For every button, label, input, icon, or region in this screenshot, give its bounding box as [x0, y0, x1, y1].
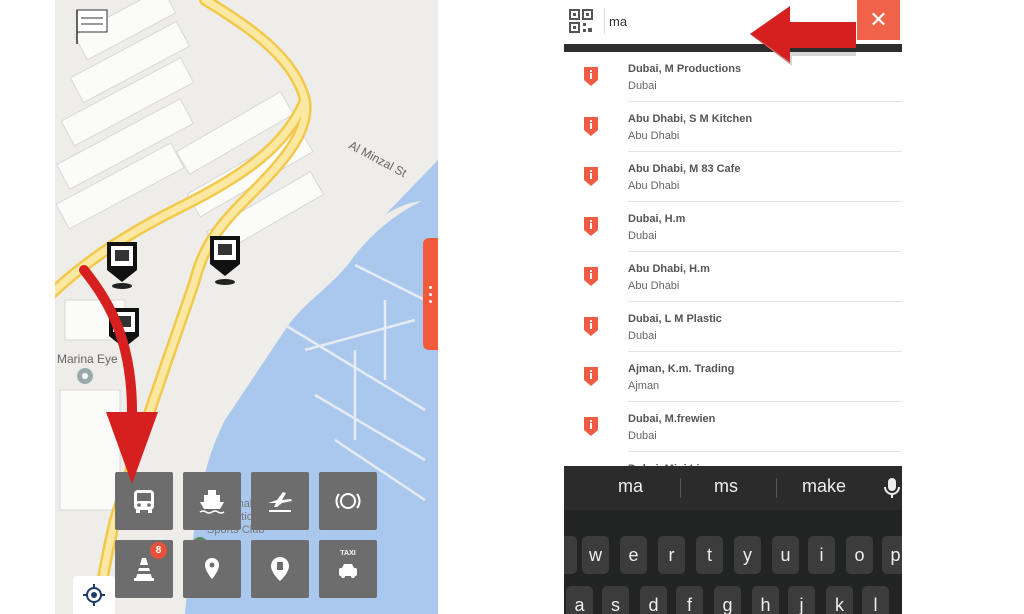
key[interactable]: p [882, 536, 902, 574]
result-title: Abu Dhabi, H.m [628, 263, 710, 275]
search-results-list: Dubai, M Productions Dubai Abu Dhabi, S … [564, 52, 902, 502]
fuel-pin-icon [271, 557, 289, 581]
place-pin-button[interactable] [183, 540, 241, 598]
key[interactable]: d [640, 586, 667, 614]
search-result-item[interactable]: Dubai, H.m Dubai [564, 202, 902, 252]
result-title: Dubai, M Productions [628, 63, 742, 75]
keyboard-suggestion-bar: ma ms make [564, 466, 902, 510]
search-screen: ✕ Dubai, M Productions Dubai Abu Dhabi, … [564, 0, 902, 614]
key[interactable] [564, 536, 577, 574]
search-result-item[interactable]: Abu Dhabi, S M Kitchen Abu Dhabi [564, 102, 902, 152]
road-works-button[interactable]: 8 [115, 540, 173, 598]
key[interactable]: j [788, 586, 815, 614]
result-subtitle: Abu Dhabi [628, 180, 680, 192]
key[interactable]: l [862, 586, 889, 614]
key[interactable]: i [808, 536, 835, 574]
crosshair-icon [83, 584, 105, 606]
key[interactable]: f [676, 586, 703, 614]
road-works-count-badge: 8 [150, 542, 167, 559]
side-drawer-handle[interactable] [423, 238, 438, 350]
fuel-pin-button[interactable] [251, 540, 309, 598]
search-result-item[interactable]: Ajman, K.m. Trading Ajman [564, 352, 902, 402]
info-pin-icon [584, 417, 598, 436]
info-pin-icon [584, 167, 598, 186]
search-result-item[interactable]: Abu Dhabi, M 83 Cafe Abu Dhabi [564, 152, 902, 202]
tutorial-arrow-down [79, 265, 158, 484]
microphone-icon[interactable] [882, 476, 902, 500]
key[interactable]: g [714, 586, 741, 614]
airport-button[interactable] [251, 472, 309, 530]
result-title: Abu Dhabi, M 83 Cafe [628, 163, 741, 175]
suggestion-item[interactable]: ma [618, 476, 643, 497]
result-subtitle: Dubai [628, 330, 657, 342]
qr-code-icon[interactable] [568, 8, 594, 34]
info-pin-icon [584, 317, 598, 336]
result-subtitle: Dubai [628, 230, 657, 242]
suggestion-item[interactable]: ms [714, 476, 738, 497]
key[interactable]: k [826, 586, 853, 614]
info-pin-icon [584, 67, 598, 86]
key[interactable]: r [658, 536, 685, 574]
result-subtitle: Dubai [628, 430, 657, 442]
result-title: Abu Dhabi, S M Kitchen [628, 113, 753, 125]
tutorial-arrow-left [750, 6, 856, 66]
search-result-item[interactable]: Dubai, M.frewien Dubai [564, 402, 902, 452]
result-title: Ajman, K.m. Trading [628, 363, 735, 375]
key[interactable]: y [734, 536, 761, 574]
result-subtitle: Dubai [628, 80, 657, 92]
result-subtitle: Ajman [628, 380, 660, 392]
search-result-item[interactable]: Dubai, L M Plastic Dubai [564, 302, 902, 352]
result-title: Dubai, H.m [628, 213, 686, 225]
key[interactable]: a [566, 586, 593, 614]
parking-signal-icon [335, 493, 361, 509]
parking-button[interactable] [319, 472, 377, 530]
key[interactable]: o [846, 536, 873, 574]
key[interactable]: t [696, 536, 723, 574]
search-result-item[interactable]: Abu Dhabi, H.m Abu Dhabi [564, 252, 902, 302]
info-pin-icon [584, 367, 598, 386]
ferry-icon [199, 490, 225, 514]
traffic-cone-icon [134, 558, 154, 581]
soft-keyboard: ma ms make w e r t y u i o p a s d f g h… [564, 466, 902, 614]
clear-search-button[interactable]: ✕ [857, 0, 900, 40]
taxi-icon [339, 564, 357, 578]
info-pin-icon [584, 117, 598, 136]
info-pin-icon [584, 217, 598, 236]
key[interactable]: u [772, 536, 799, 574]
my-location-button[interactable] [73, 576, 115, 614]
taxi-button[interactable]: TAXI [319, 540, 377, 598]
result-subtitle: Abu Dhabi [628, 280, 680, 292]
ferry-button[interactable] [183, 472, 241, 530]
result-title: Dubai, L M Plastic [628, 313, 722, 325]
result-subtitle: Abu Dhabi [628, 130, 680, 142]
taxi-label: TAXI [340, 550, 356, 557]
key[interactable]: h [752, 586, 779, 614]
key[interactable]: w [582, 536, 609, 574]
key[interactable]: e [620, 536, 647, 574]
suggestion-item[interactable]: make [802, 476, 846, 497]
info-pin-icon [584, 267, 598, 286]
key[interactable]: s [602, 586, 629, 614]
result-title: Dubai, M.frewien [628, 413, 716, 425]
airplane-icon [268, 492, 292, 512]
location-pin-icon [205, 558, 219, 579]
